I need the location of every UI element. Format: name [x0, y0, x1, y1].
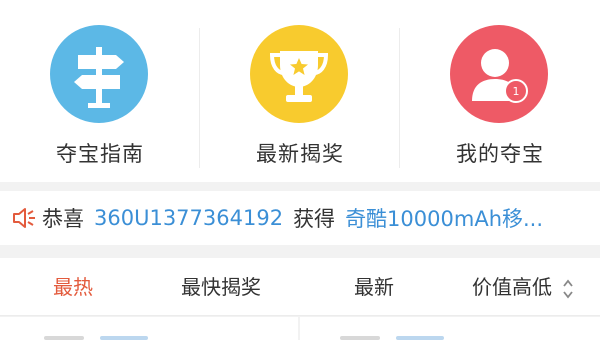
divider [199, 28, 200, 168]
text-fragment [396, 336, 444, 340]
speaker-icon [13, 208, 35, 228]
tab-label: 最新 [354, 275, 394, 299]
tab-value-sort[interactable]: 价值高低 [472, 258, 574, 316]
notice-prize: 奇酷10000mAh移... [345, 207, 544, 231]
shortcut-label: 我的夺宝 [456, 142, 544, 166]
winner-notice-bar[interactable]: 恭喜 360U1377364192 获得 奇酷10000mAh移... [0, 191, 600, 245]
shortcut-guide[interactable]: 夺宝指南 [0, 0, 200, 182]
shortcut-latest-draw[interactable]: 最新揭奖 [200, 0, 400, 182]
divider [399, 28, 400, 168]
notice-prefix: 恭喜 [42, 207, 84, 231]
shortcut-label: 夺宝指南 [56, 142, 144, 166]
sort-tabs: 最热 最快揭奖 最新 价值高低 [0, 258, 600, 316]
user-coin-icon: 1 [450, 25, 548, 123]
signpost-icon [50, 25, 148, 123]
trophy-icon [250, 25, 348, 123]
notice-user: 360U1377364192 [94, 206, 284, 230]
text-fragment [44, 336, 84, 340]
text-fragment [100, 336, 148, 340]
shortcut-panel: 夺宝指南 最新揭奖 1 我的夺宝 [0, 0, 600, 182]
shortcut-my-treasure[interactable]: 1 我的夺宝 [400, 0, 600, 182]
tab-label: 最热 [53, 275, 93, 299]
tab-label: 最快揭奖 [181, 275, 261, 299]
shortcut-label: 最新揭奖 [256, 142, 344, 166]
notice-verb: 获得 [293, 207, 336, 231]
sort-arrows-icon [563, 279, 574, 298]
tab-fastest-draw[interactable]: 最快揭奖 [181, 258, 261, 316]
tab-newest[interactable]: 最新 [354, 258, 394, 316]
svg-text:1: 1 [513, 85, 520, 98]
tab-hottest[interactable]: 最热 [53, 258, 93, 316]
text-fragment [340, 336, 380, 340]
product-card[interactable] [0, 317, 298, 340]
product-list [0, 317, 600, 340]
product-card[interactable] [300, 317, 598, 340]
tab-label: 价值高低 [472, 275, 552, 299]
